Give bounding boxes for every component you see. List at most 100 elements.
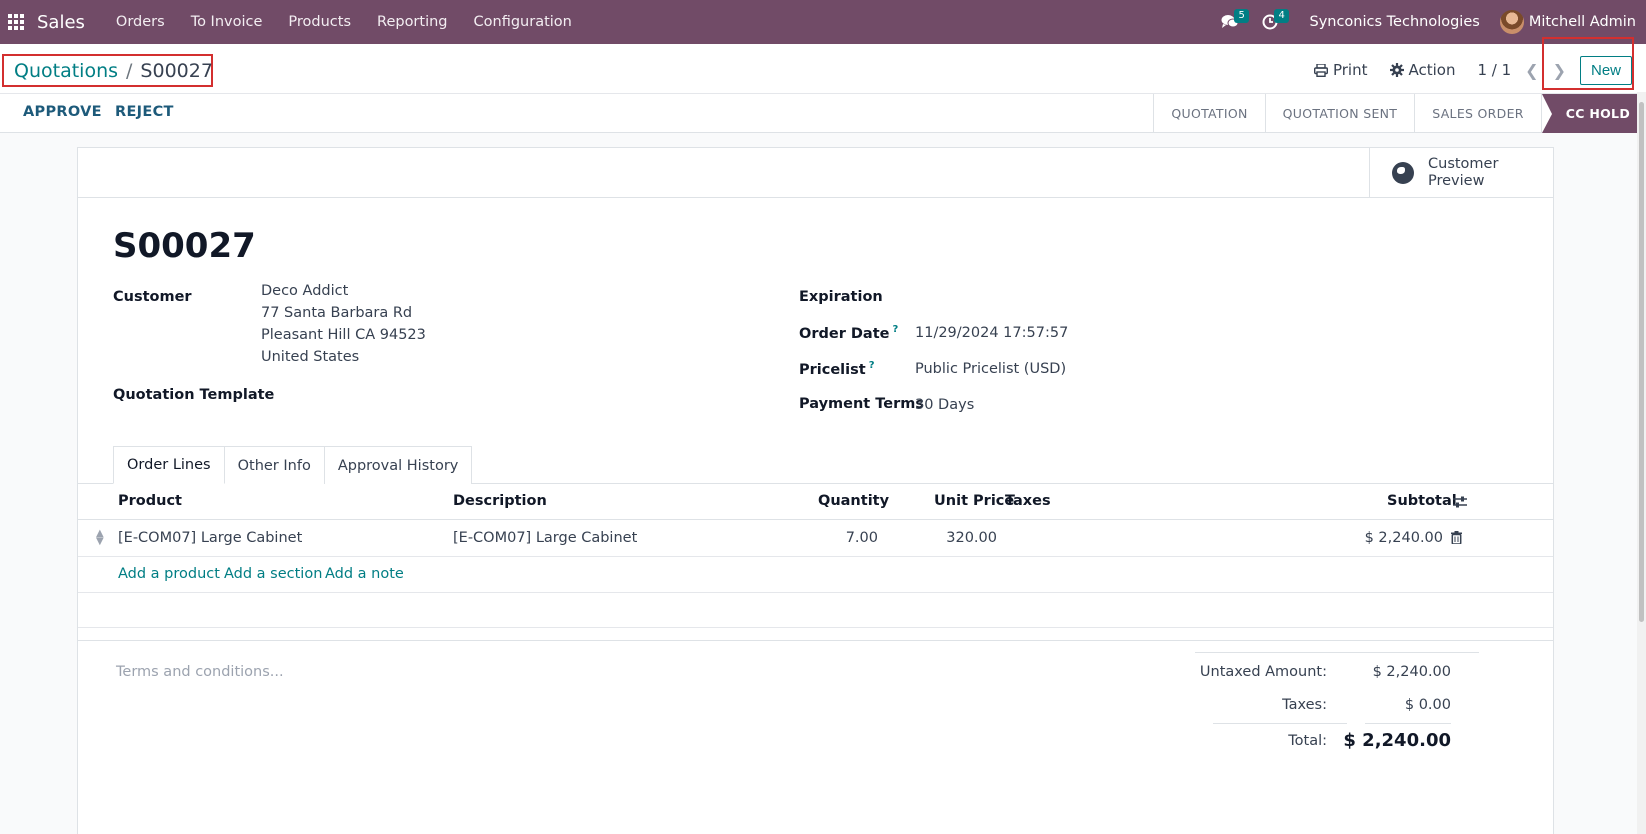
payment-terms-field[interactable]: 30 Days — [915, 397, 974, 413]
optional-columns-icon[interactable] — [1453, 496, 1467, 508]
tab-order-lines[interactable]: Order Lines — [113, 446, 225, 484]
user-avatar[interactable] — [1499, 10, 1524, 34]
messages-badge: 5 — [1234, 9, 1249, 23]
status-bar: QUOTATION QUOTATION SENT SALES ORDER CC … — [1153, 94, 1646, 133]
pricelist-help-icon[interactable]: ? — [869, 360, 875, 371]
company-switcher[interactable]: Synconics Technologies — [1309, 14, 1479, 30]
customer-country: United States — [261, 349, 360, 365]
row-quantity[interactable]: 7.00 — [822, 530, 878, 546]
col-unit-price[interactable]: Unit Price — [934, 493, 1014, 509]
page-scrollbar[interactable] — [1637, 92, 1646, 834]
quotation-template-field[interactable] — [261, 387, 561, 407]
approve-button[interactable]: APPROVE — [23, 104, 102, 120]
total-amount: $ 2,240.00 — [1343, 730, 1451, 751]
trash-icon[interactable] — [1451, 531, 1462, 544]
activities-button[interactable]: 4 — [1255, 0, 1289, 44]
customer-preview-button[interactable]: Customer Preview — [1369, 148, 1553, 197]
untaxed-label: Untaxed Amount: — [1199, 664, 1327, 680]
preview-label-line2: Preview — [1428, 172, 1485, 189]
row-subtotal: $ 2,240.00 — [1364, 530, 1443, 546]
smart-button-box: Customer Preview — [78, 148, 1553, 198]
menu-to-invoice[interactable]: To Invoice — [178, 0, 276, 44]
activities-badge: 4 — [1274, 9, 1289, 23]
untaxed-amount: $ 2,240.00 — [1372, 664, 1451, 680]
stage-cc-hold[interactable]: CC HOLD — [1541, 94, 1646, 133]
add-line-row: Add a product Add a section Add a note — [78, 557, 1553, 593]
col-subtotal[interactable]: Subtotal — [1387, 493, 1457, 509]
order-date-label-text: Order Date — [799, 325, 890, 342]
reject-button[interactable]: REJECT — [115, 104, 174, 120]
add-product-link[interactable]: Add a product — [118, 566, 220, 582]
order-date-help-icon[interactable]: ? — [892, 324, 898, 335]
customer-city: Pleasant Hill CA 94523 — [261, 327, 426, 343]
footer-divider — [78, 640, 1553, 641]
action-button[interactable]: Action — [1389, 61, 1456, 79]
row-description[interactable]: [E-COM07] Large Cabinet — [453, 530, 637, 546]
form-action-bar: APPROVE REJECT QUOTATION QUOTATION SENT … — [0, 93, 1646, 133]
col-taxes[interactable]: Taxes — [1005, 493, 1051, 509]
print-button[interactable]: Print — [1313, 61, 1368, 79]
action-label: Action — [1408, 61, 1456, 79]
total-label-divider — [1213, 723, 1347, 724]
menu-reporting[interactable]: Reporting — [364, 0, 461, 44]
expiration-field[interactable] — [915, 289, 1215, 309]
notebook-tabs: Order Lines Other Info Approval History — [113, 446, 473, 484]
total-label: Total: — [1288, 733, 1327, 749]
col-quantity[interactable]: Quantity — [818, 493, 889, 509]
menu-configuration[interactable]: Configuration — [461, 0, 585, 44]
row-product[interactable]: [E-COM07] Large Cabinet — [118, 530, 302, 546]
drag-handle-icon[interactable]: ▲ ▼ — [96, 529, 104, 547]
taxes-amount: $ 0.00 — [1404, 697, 1451, 713]
pricelist-label: Pricelist? — [799, 360, 875, 378]
pager-previous-icon[interactable]: ❮ — [1525, 61, 1538, 80]
customer-field[interactable]: Deco Addict 77 Santa Barbara Rd Pleasant… — [261, 280, 426, 368]
pager-value[interactable]: 1 / 1 — [1477, 61, 1511, 79]
gear-icon — [1389, 63, 1404, 77]
pricelist-field[interactable]: Public Pricelist (USD) — [915, 361, 1066, 377]
row-unit-price[interactable]: 320.00 — [928, 530, 997, 546]
taxes-label: Taxes: — [1282, 697, 1327, 713]
total-value-divider — [1365, 723, 1451, 724]
stage-sales-order[interactable]: SALES ORDER — [1415, 94, 1542, 133]
stage-quotation-sent[interactable]: QUOTATION SENT — [1266, 94, 1416, 133]
menu-products[interactable]: Products — [275, 0, 364, 44]
tab-other-info[interactable]: Other Info — [223, 446, 325, 484]
tab-approval-history[interactable]: Approval History — [323, 446, 473, 484]
add-note-link[interactable]: Add a note — [325, 566, 404, 582]
apps-menu-icon[interactable] — [1, 0, 31, 44]
table-row[interactable]: ▲ ▼ [E-COM07] Large Cabinet [E-COM07] Lar… — [78, 520, 1553, 557]
totals-block — [1195, 652, 1479, 653]
print-icon — [1313, 63, 1328, 77]
breadcrumb: Quotations / S00027 — [2, 54, 213, 87]
customer-street: 77 Santa Barbara Rd — [261, 305, 413, 321]
breadcrumb-current: S00027 — [140, 59, 213, 82]
payment-terms-label: Payment Terms — [799, 396, 924, 412]
order-date-label: Order Date? — [799, 324, 898, 342]
add-section-link[interactable]: Add a section — [224, 566, 322, 582]
expiration-label: Expiration — [799, 289, 883, 305]
cc-hold-highlight-box — [1542, 37, 1634, 90]
user-menu[interactable]: Mitchell Admin — [1529, 14, 1636, 30]
print-label: Print — [1332, 61, 1368, 79]
col-product[interactable]: Product — [118, 493, 182, 509]
col-description[interactable]: Description — [453, 493, 547, 509]
customer-label: Customer — [113, 289, 192, 305]
quotation-template-label: Quotation Template — [113, 387, 275, 403]
menu-orders[interactable]: Orders — [103, 0, 178, 44]
preview-label-line1: Customer — [1428, 155, 1499, 172]
empty-row — [78, 593, 1553, 628]
control-panel: Quotations / S00027 Print Action 1 / 1 ❮… — [0, 44, 1646, 133]
customer-name: Deco Addict — [261, 283, 349, 299]
breadcrumb-quotations[interactable]: Quotations — [14, 60, 118, 82]
globe-icon — [1392, 161, 1414, 184]
pricelist-label-text: Pricelist — [799, 361, 866, 378]
order-lines-header: Product Description Quantity Unit Price … — [78, 484, 1553, 520]
scrollbar-thumb[interactable] — [1639, 102, 1644, 622]
top-navbar: Sales Orders To Invoice Products Reporti… — [0, 0, 1646, 44]
messages-button[interactable]: 5 — [1215, 0, 1249, 44]
form-sheet: Customer Preview S00027 Customer Deco Ad… — [77, 147, 1554, 834]
stage-quotation[interactable]: QUOTATION — [1154, 94, 1266, 133]
terms-and-conditions-field[interactable]: Terms and conditions... — [116, 664, 284, 680]
app-brand[interactable]: Sales — [37, 12, 85, 33]
order-date-field[interactable]: 11/29/2024 17:57:57 — [915, 325, 1068, 341]
